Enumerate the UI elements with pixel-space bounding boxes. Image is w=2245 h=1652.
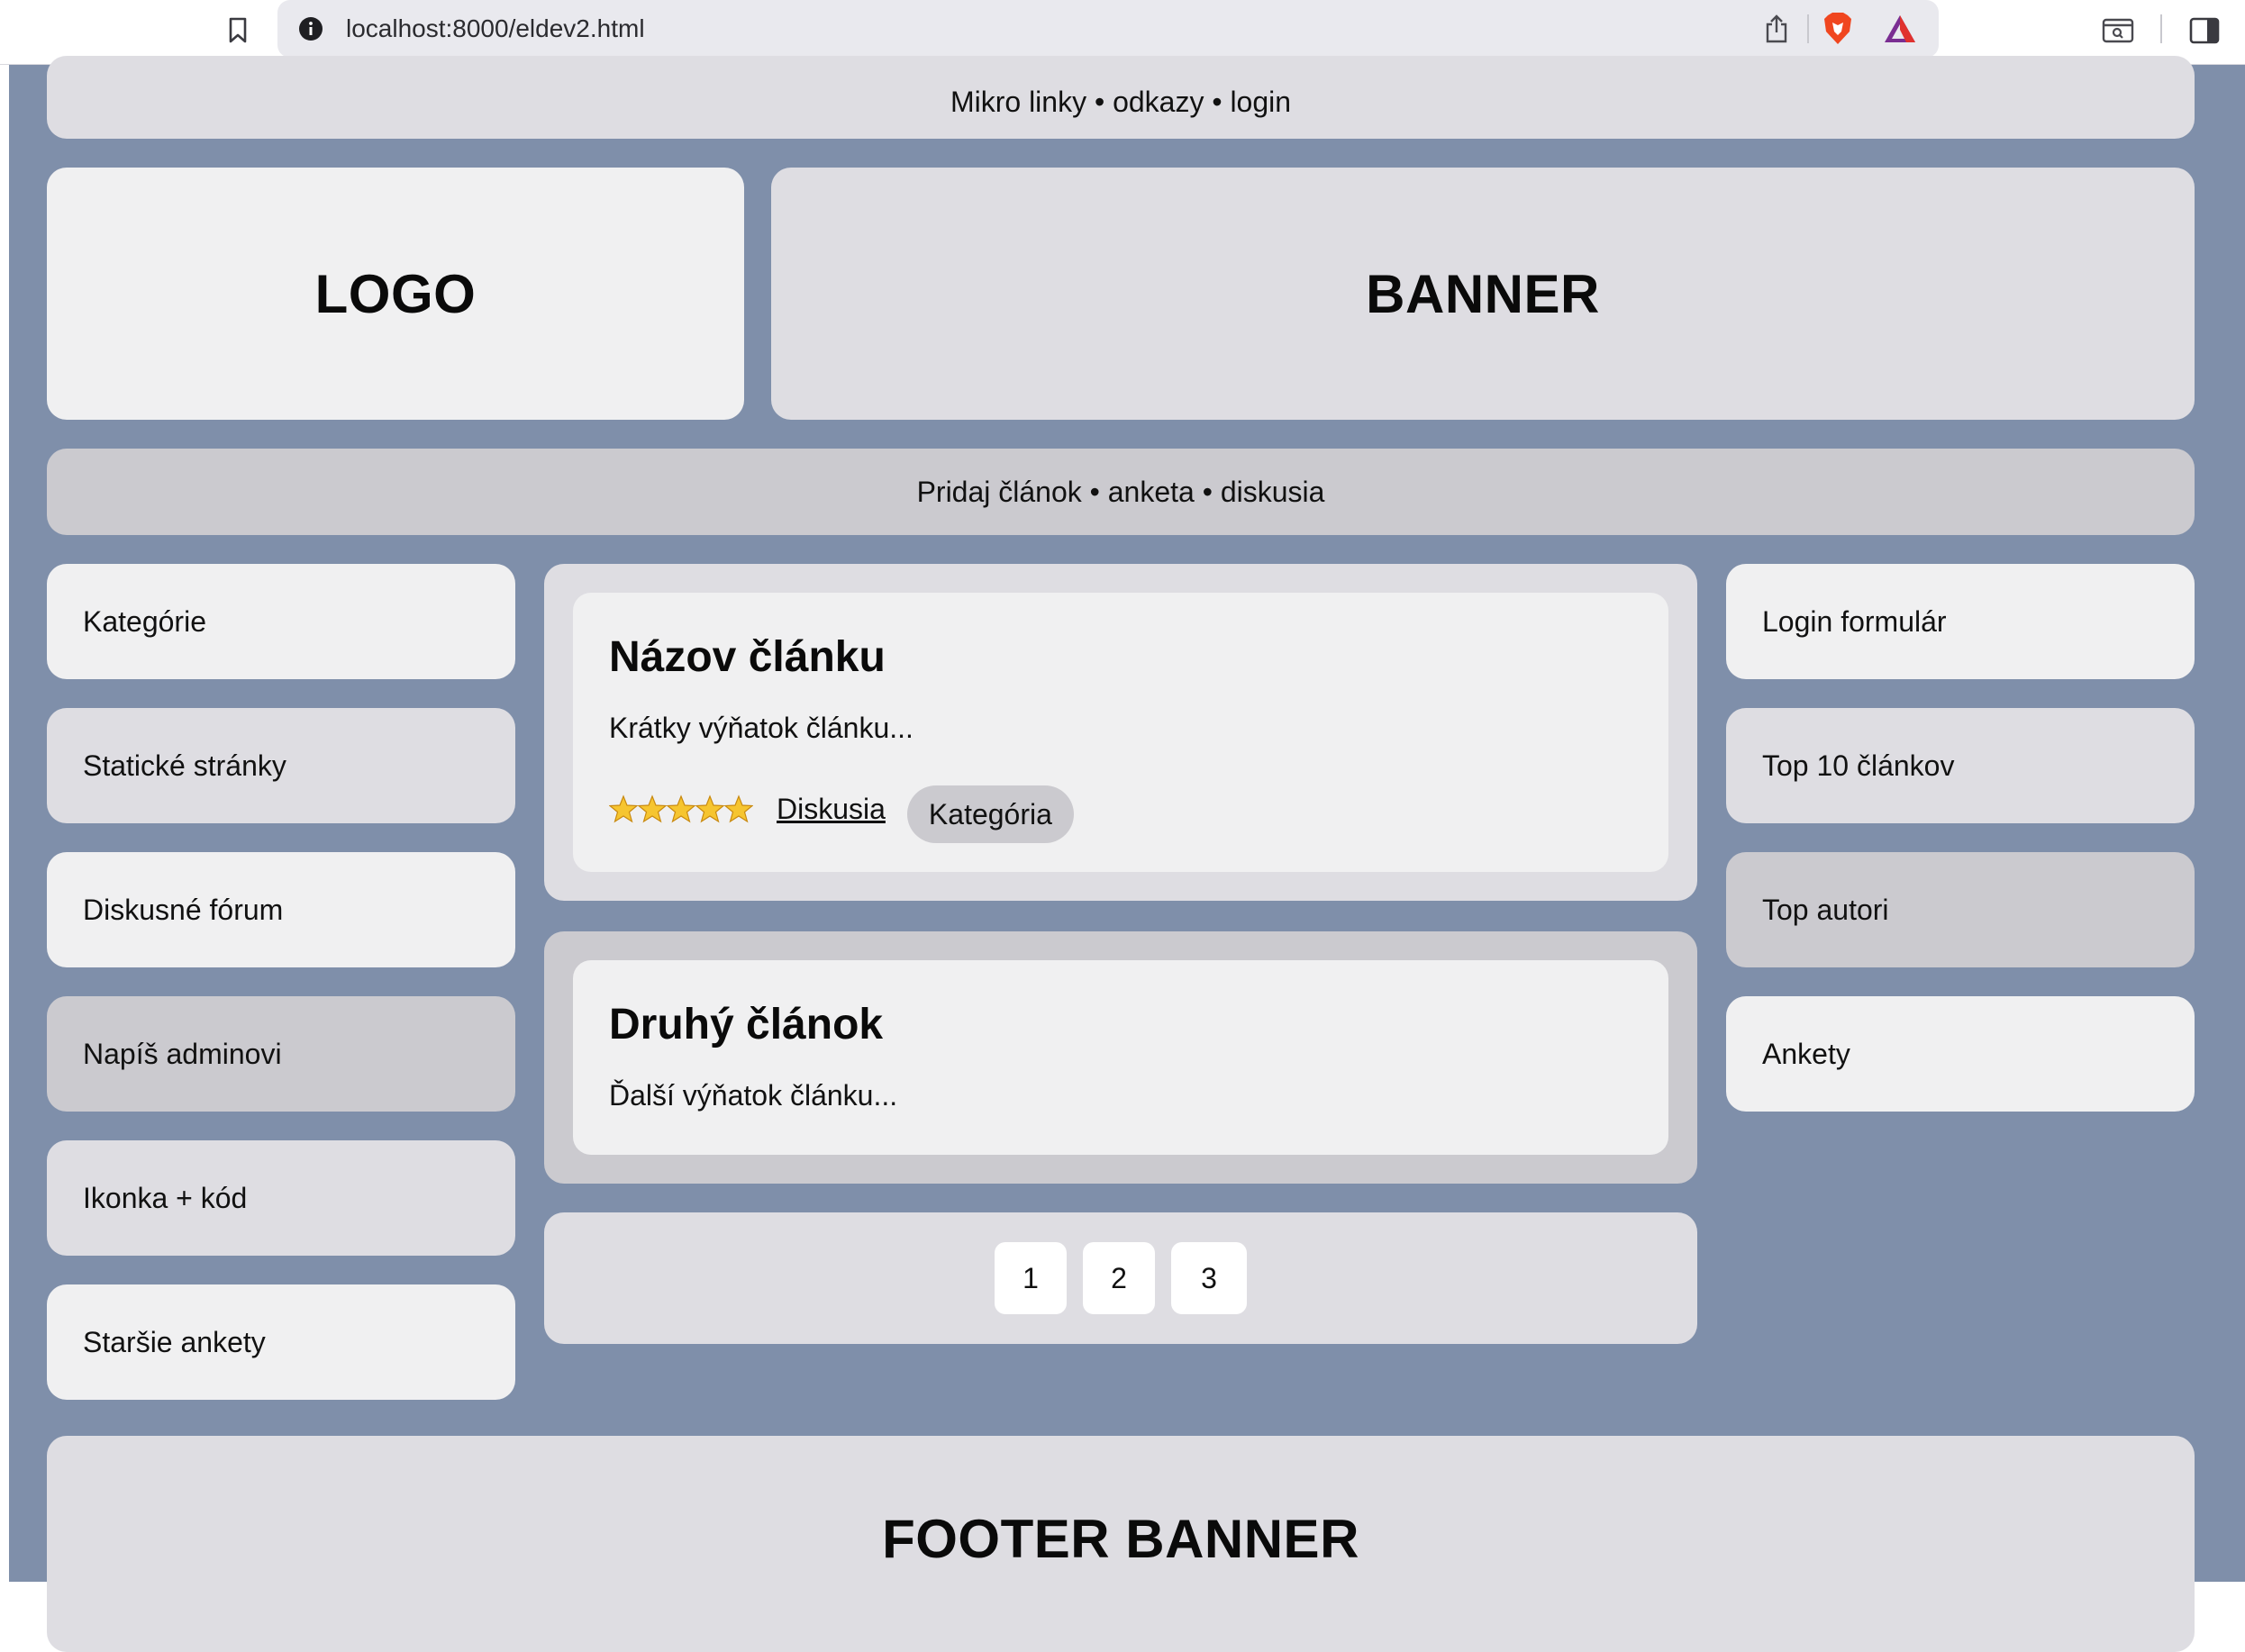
article-excerpt: Ďalší výňatok článku... <box>609 1079 898 1112</box>
sidebar-item-polls[interactable]: Ankety <box>1726 996 2195 1112</box>
reader-mode-icon[interactable] <box>2099 13 2137 49</box>
page-button-2[interactable]: 2 <box>1083 1242 1155 1314</box>
micro-links-bar[interactable]: Mikro linky • odkazy • login <box>47 56 2195 139</box>
star-icon <box>667 794 695 823</box>
page-button-1[interactable]: 1 <box>995 1242 1067 1314</box>
article-excerpt: Krátky výňatok článku... <box>609 712 913 744</box>
site-info-icon[interactable] <box>295 14 326 44</box>
footer-banner-text: FOOTER BANNER <box>882 1509 1359 1569</box>
bookmark-icon[interactable] <box>222 14 254 47</box>
action-bar[interactable]: Pridaj článok • anketa • diskusia <box>47 449 2195 535</box>
brave-shields-icon[interactable] <box>1820 11 1856 47</box>
address-bar[interactable]: localhost:8000/eldev2.html <box>277 0 1939 58</box>
sidebar-toggle-icon[interactable] <box>2186 13 2223 49</box>
url-text[interactable]: localhost:8000/eldev2.html <box>346 13 645 45</box>
article-title[interactable]: Druhý článok <box>609 1000 883 1049</box>
share-icon[interactable] <box>1759 11 1795 47</box>
page-button-3[interactable]: 3 <box>1171 1242 1247 1314</box>
star-icon <box>638 794 667 823</box>
logo-block[interactable]: LOGO <box>47 168 744 420</box>
star-icon <box>695 794 724 823</box>
logo-text: LOGO <box>314 263 477 324</box>
sidebar-item-top-articles[interactable]: Top 10 článkov <box>1726 708 2195 823</box>
star-icon <box>609 794 638 823</box>
category-badge[interactable]: Kategória <box>906 785 1074 843</box>
article-card: Druhý článok Ďalší výňatok článku... <box>573 960 1668 1155</box>
toolbar-divider <box>2160 14 2162 43</box>
pagination: 1 2 3 <box>544 1212 1697 1344</box>
sidebar-item-top-authors[interactable]: Top autori <box>1726 852 2195 967</box>
banner-block: BANNER <box>771 168 2195 420</box>
brave-rewards-icon[interactable] <box>1881 11 1919 47</box>
sidebar-item-contact-admin[interactable]: Napíš adminovi <box>47 996 515 1112</box>
sidebar-item-icon-code[interactable]: Ikonka + kód <box>47 1140 515 1256</box>
article-container: Názov článku Krátky výňatok článku... Di… <box>544 564 1697 901</box>
article-card: Názov článku Krátky výňatok článku... Di… <box>573 593 1668 872</box>
sidebar-item-forum[interactable]: Diskusné fórum <box>47 852 515 967</box>
star-icon <box>724 794 753 823</box>
discussion-link[interactable]: Diskusia <box>777 793 886 826</box>
rating-stars[interactable] <box>609 794 753 823</box>
sidebar-item-static-pages[interactable]: Statické stránky <box>47 708 515 823</box>
banner-text: BANNER <box>1366 263 1600 324</box>
article-title[interactable]: Názov článku <box>609 632 886 682</box>
sidebar-item-old-polls[interactable]: Staršie ankety <box>47 1284 515 1400</box>
footer-banner: FOOTER BANNER <box>47 1436 2195 1652</box>
page-body: Mikro linky • odkazy • login LOGO BANNER… <box>9 56 2245 1652</box>
sidebar-item-login-form[interactable]: Login formulár <box>1726 564 2195 679</box>
toolbar-divider <box>1807 14 1809 43</box>
article-meta: Diskusia Kategória <box>609 780 1074 843</box>
sidebar-item-categories[interactable]: Kategórie <box>47 564 515 679</box>
article-container: Druhý článok Ďalší výňatok článku... <box>544 931 1697 1184</box>
